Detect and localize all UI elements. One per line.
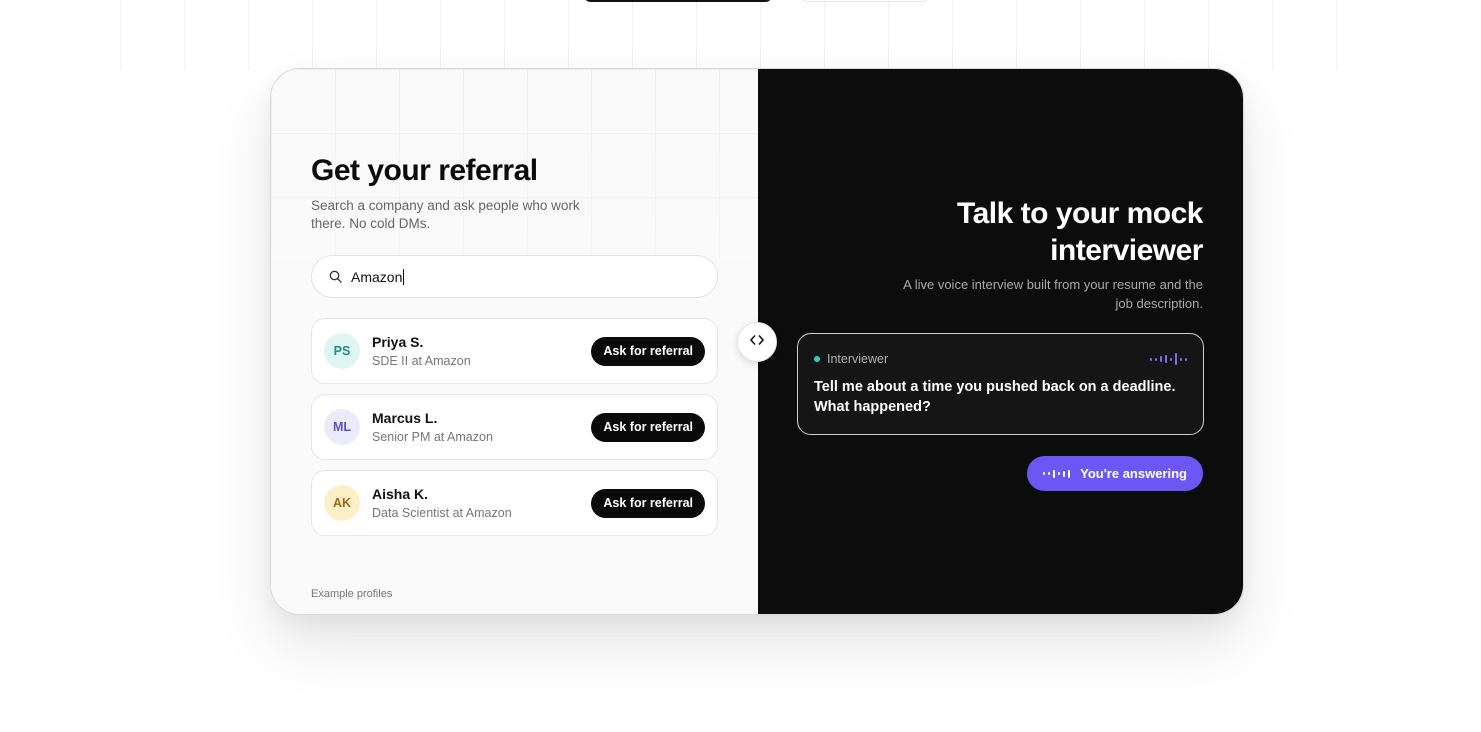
person-info: Priya S. SDE II at Amazon [372,333,591,369]
person-role: SDE II at Amazon [372,354,471,368]
company-search-input[interactable]: Amazon [311,255,718,298]
example-profiles-note: Example profiles [311,588,393,600]
answering-label: You're answering [1080,466,1187,481]
interviewer-card: Interviewer Tell me about a time you pus… [797,333,1204,435]
background-grid [120,0,1360,70]
interviewer-label: Interviewer [827,352,889,366]
interview-title: Talk to your mock interviewer [956,197,1204,267]
answering-status-button[interactable]: You're answering [1027,456,1203,491]
referral-title: Get your referral [311,154,538,187]
interview-panel: Talk to your mock interviewer A live voi… [758,69,1243,614]
referral-panel: Get your referral Search a company and a… [271,69,758,614]
ask-for-referral-button[interactable]: Ask for referral [591,336,705,366]
person-row: PS Priya S. SDE II at Amazon Ask for referr… [311,318,718,384]
interviewer-question: Tell me about a time you pushed back on … [814,379,1176,415]
interviewer-card-header: Interviewer [814,350,1187,368]
referral-subtitle: Search a company and ask people who work… [311,198,580,231]
interview-subtitle: A live voice interview built from your r… [903,277,1203,311]
ask-for-referral-button[interactable]: Ask for referral [591,412,705,442]
compare-slider-handle[interactable] [737,322,777,362]
person-info: Aisha K. Data Scientist at Amazon [372,485,591,521]
person-role: Senior PM at Amazon [372,430,493,444]
avatar: AK [324,485,360,521]
text-caret [403,268,405,285]
top-nav-pill-light[interactable] [800,0,930,2]
code-arrows-icon [750,333,764,351]
person-role: Data Scientist at Amazon [372,506,512,520]
referral-content: Get your referral Search a company and a… [311,153,718,536]
person-row: AK Aisha K. Data Scientist at Amazon Ask fo… [311,470,718,536]
person-name: Priya S. [372,334,424,350]
search-icon [329,270,342,283]
ask-for-referral-button[interactable]: Ask for referral [591,488,705,518]
page: Get your referral Search a company and a… [0,0,1481,732]
person-name: Aisha K. [372,486,429,502]
avatar: PS [324,333,360,369]
people-list: PS Priya S. SDE II at Amazon Ask for referr… [311,318,718,536]
person-info: Marcus L. Senior PM at Amazon [372,409,591,445]
top-nav-pill-dark[interactable] [583,0,773,2]
person-row: ML Marcus L. Senior PM at Amazon Ask for re… [311,394,718,460]
voice-wave-icon [1150,352,1187,366]
search-value: Amazon [351,268,403,285]
person-name: Marcus L. [372,410,438,426]
avatar: ML [324,409,360,445]
microphone-wave-icon [1043,468,1071,480]
live-status-dot [814,356,820,362]
